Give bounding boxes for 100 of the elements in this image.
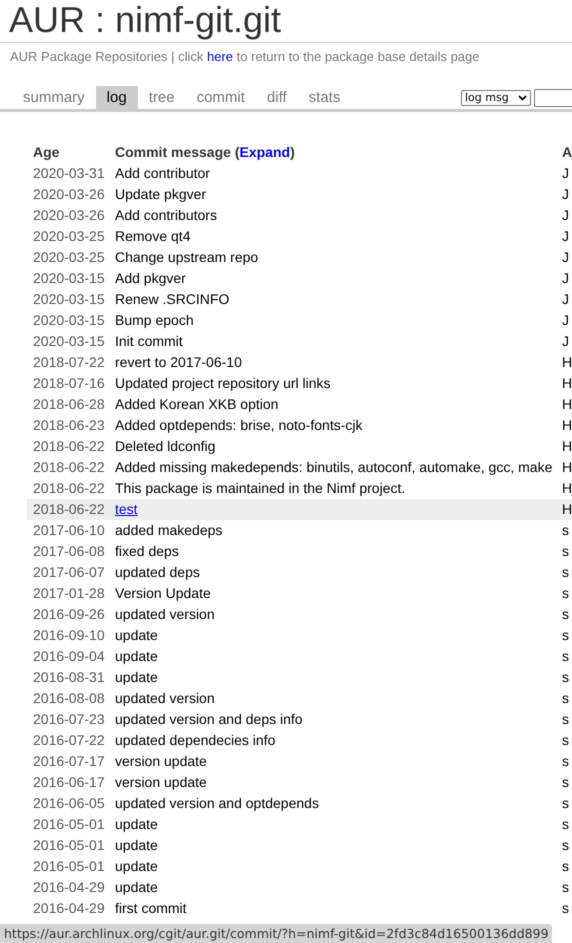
author-cell-text: s <box>562 604 570 624</box>
date-cell-text: 2016-05-01 <box>33 856 106 876</box>
commit-message[interactable]: Deleted ldconfig <box>115 436 562 456</box>
nav-tab[interactable]: stats <box>298 86 352 108</box>
date-cell-text: 2016-09-26 <box>33 604 106 624</box>
date-cell-text: 2016-07-23 <box>33 710 106 728</box>
highlighted-row[interactable]: 2018-06-22 test H <box>27 498 572 520</box>
commit-message[interactable]: Added missing makedepends: binutils, autoconf, automake, gcc, make <box>115 456 562 478</box>
author-cell-text: s <box>562 562 570 582</box>
date-cell-text: 2020-03-26 <box>33 184 106 204</box>
date-cell-text: 2018-06-23 <box>33 416 106 434</box>
nav-tab[interactable]: diff <box>256 86 298 108</box>
date-cell-text: 2016-08-08 <box>33 688 106 708</box>
commit-message[interactable]: Added Korean XKB option <box>115 394 562 414</box>
date-cell-text: 2016-06-17 <box>33 772 106 792</box>
author-cell-text: J <box>562 310 570 330</box>
author-cell-text: s <box>562 584 570 602</box>
date-cell-text: 2020-03-15 <box>33 332 106 350</box>
table-row[interactable]: 2017-06-10 added makedeps s <box>27 520 572 540</box>
commit-message[interactable]: Version Update <box>115 582 562 604</box>
commit-message[interactable]: update <box>115 856 562 876</box>
author-cell-text: J <box>562 332 570 350</box>
nav-tab[interactable]: tree <box>138 86 186 108</box>
author-cell-text: H <box>562 374 572 392</box>
date-cell-text: 2017-01-28 <box>33 584 106 602</box>
nav-tab[interactable]: log <box>96 86 138 108</box>
author-cell-text: s <box>562 794 570 812</box>
date-cell-text: 2016-04-29 <box>33 898 106 918</box>
date-cell-text: 2016-07-22 <box>33 730 106 750</box>
commit-message[interactable]: update <box>115 814 562 834</box>
author-cell-text: H <box>562 436 572 456</box>
date-cell-text: 2018-06-22 <box>33 458 106 476</box>
search-input[interactable] <box>534 88 572 106</box>
commit-message[interactable]: added makedeps <box>115 520 562 540</box>
date-cell-text: 2016-04-29 <box>33 878 106 896</box>
commit-message[interactable]: Remove qt4 <box>115 226 562 246</box>
author-cell-text: J <box>562 164 570 182</box>
date-cell-text: 2016-05-01 <box>33 836 106 854</box>
commit-message[interactable]: updated version <box>115 604 562 624</box>
author-cell-text: s <box>562 878 570 896</box>
commit-message[interactable]: update <box>115 666 562 688</box>
author-cell-text: s <box>562 626 570 644</box>
commit-message[interactable]: updated dependecies info <box>115 730 562 750</box>
commit-message[interactable]: Change upstream repo <box>115 246 562 268</box>
author-cell-text: s <box>562 520 570 540</box>
commit-message[interactable]: Updated project repository url links <box>115 372 562 394</box>
commit-message[interactable]: Added optdepends: brise, noto-fonts-cjk <box>115 414 562 436</box>
commit-message[interactable]: update <box>115 646 562 666</box>
commit-message[interactable]: Bump epoch <box>115 310 562 330</box>
here-link[interactable]: here <box>207 49 234 64</box>
commit-message[interactable]: Init commit <box>115 330 562 352</box>
status-bar-url: https://aur.archlinux.org/cgit/aur.git/commit/?h=nimf-git&id=2fd3c84d16500136dd899 <box>0 924 552 943</box>
chevron-down-icon <box>518 94 527 100</box>
commit-message[interactable]: updated version <box>115 688 562 708</box>
commit-message[interactable]: updated version and deps info <box>115 708 562 730</box>
commit-message[interactable]: Add contributors <box>115 204 562 226</box>
date-cell-text: 2017-06-07 <box>33 562 106 582</box>
author-cell-text: s <box>562 542 570 560</box>
date-cell-text: 2018-06-22 <box>33 500 106 518</box>
commit-message[interactable]: update <box>115 834 562 856</box>
author-cell-text: H <box>562 458 572 476</box>
commit-message[interactable]: updated version and optdepends <box>115 792 562 814</box>
commit-message[interactable]: update <box>115 876 562 898</box>
date-cell-text: 2018-07-22 <box>33 352 106 372</box>
commit-message[interactable]: version update <box>115 772 562 792</box>
author-cell-text: s <box>562 710 570 728</box>
author-cell-text: s <box>562 814 570 834</box>
author-cell-text: J <box>562 206 570 224</box>
nav-tab[interactable]: summary <box>12 86 96 108</box>
commit-message[interactable]: Update pkgver <box>115 184 562 204</box>
commit-message[interactable]: first commit <box>115 898 562 918</box>
author-cell-text: J <box>562 268 570 288</box>
author-cell-text: H <box>562 416 572 434</box>
author-cell-text: s <box>562 856 570 876</box>
author-cell-text: s <box>562 752 570 770</box>
author-cell-text: s <box>562 646 570 666</box>
commit-message[interactable]: test <box>115 498 562 520</box>
subtitle: AUR Package Repositories | click here to return to the package base details page <box>9 48 480 66</box>
author-cell-text: J <box>562 226 570 246</box>
date-cell-text: 2020-03-26 <box>33 206 106 224</box>
scope-dropdown[interactable]: log msg <box>461 90 531 106</box>
author-cell-text: s <box>562 836 570 854</box>
nav-tab[interactable]: commit <box>186 86 256 108</box>
commit-message[interactable]: updated deps <box>115 562 562 582</box>
column-header: Commit message (Expand) <box>115 142 296 162</box>
commit-message[interactable]: revert to 2017-06-10 <box>115 352 562 372</box>
commit-message[interactable]: update <box>115 624 562 646</box>
commit-message[interactable]: Add contributor <box>115 162 562 184</box>
page-title: AUR : nimf-git.git <box>8 0 282 40</box>
column-header: A <box>562 142 572 162</box>
commit-message[interactable]: fixed deps <box>115 540 562 562</box>
commit-message[interactable]: Add pkgver <box>115 268 562 288</box>
author-cell-text: H <box>562 500 572 518</box>
expand-link[interactable]: Expand <box>239 144 290 160</box>
date-cell-text: 2016-05-01 <box>33 814 106 834</box>
author-cell-text: J <box>562 290 570 308</box>
commit-message[interactable]: version update <box>115 750 562 772</box>
date-cell-text: 2016-09-04 <box>33 646 106 666</box>
commit-message[interactable]: Renew .SRCINFO <box>115 288 562 310</box>
commit-message[interactable]: This package is maintained in the Nimf project. <box>115 478 562 498</box>
